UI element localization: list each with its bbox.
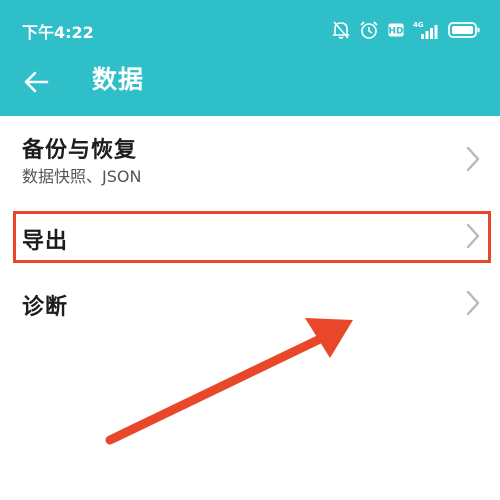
status-time: 下午4:22 [22, 23, 94, 42]
app-bar: 下午4:22 HD 4G 数据 [0, 0, 500, 116]
settings-item-diagnostics[interactable]: 诊断 [0, 276, 500, 332]
battery-icon [448, 22, 480, 38]
hd-icon: HD [388, 23, 404, 37]
chevron-right-icon [466, 223, 480, 253]
back-button[interactable] [14, 64, 58, 104]
alarm-icon [359, 20, 379, 40]
status-icons: HD 4G [332, 16, 480, 44]
settings-item-title: 导出 [22, 229, 69, 254]
page-title: 数据 [92, 65, 145, 94]
bell-off-icon [332, 20, 350, 40]
network-label: 4G [413, 21, 424, 29]
settings-item-title: 诊断 [22, 295, 69, 320]
status-bar: 下午4:22 HD 4G [0, 0, 500, 60]
signal-4g-icon: 4G [413, 20, 439, 40]
settings-item-subtitle: 数据快照、JSON [22, 167, 142, 186]
toolbar: 数据 [0, 60, 500, 116]
settings-item-title: 备份与恢复 [22, 138, 138, 163]
hd-label: HD [388, 27, 403, 37]
chevron-right-icon [466, 146, 480, 176]
arrow-left-icon [23, 71, 49, 97]
settings-item-export[interactable]: 导出 [0, 211, 500, 263]
chevron-right-icon [466, 290, 480, 320]
settings-item-backup-restore[interactable]: 备份与恢复 数据快照、JSON [0, 116, 500, 202]
